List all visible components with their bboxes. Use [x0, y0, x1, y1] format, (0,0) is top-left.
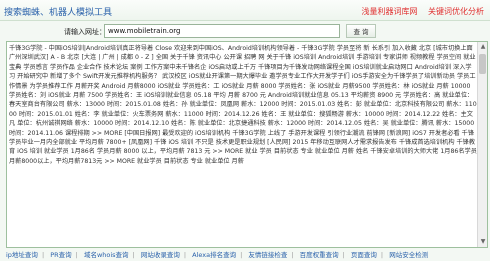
footer-link-whois[interactable]: 域名whois查询 — [84, 251, 129, 259]
footer-separator: | — [183, 251, 187, 259]
result-text: 千锋3G学院 - 中国iOS培训|Android培训真正将导着 Close 欢迎… — [9, 45, 477, 165]
site-title: 搜索蜘蛛、机器人模拟工具 — [4, 8, 113, 18]
query-button[interactable]: 查 询 — [346, 24, 376, 38]
footer-separator: | — [342, 251, 345, 259]
footer-separator: | — [75, 251, 78, 259]
url-input[interactable] — [104, 24, 340, 38]
footer-link-page[interactable]: 页面查询 — [351, 251, 377, 259]
url-label: 请输入网址： — [64, 28, 106, 36]
vertical-scrollbar[interactable]: ▲ ▼ — [477, 42, 487, 247]
top-link-keyword-db[interactable]: 浅量利器词库网 — [361, 7, 417, 16]
scroll-thumb[interactable] — [479, 54, 486, 74]
top-link-keyword-analysis[interactable]: 关键词优化分析 — [428, 7, 484, 16]
footer-separator: | — [240, 251, 243, 259]
footer-separator: | — [380, 251, 384, 259]
scroll-down-arrow-icon[interactable]: ▼ — [479, 238, 487, 246]
top-links: 浅量利器词库网 关键词优化分析 — [353, 6, 484, 17]
footer-link-index[interactable]: 网站收录查询 — [141, 251, 180, 259]
query-form: 请输入网址： 查 询 — [0, 21, 490, 41]
footer-link-baidu-weight[interactable]: 百度权重查询 — [300, 251, 339, 259]
footer-links: ip地址查询 | PR查询 | 域名whois查询 | 网站收录查询 | Alexa排名… — [0, 249, 490, 261]
footer-separator: | — [41, 251, 45, 259]
footer-link-friendlinks[interactable]: 友情链接检查 — [248, 251, 287, 259]
footer-link-ip[interactable]: ip地址查询 — [6, 251, 38, 259]
scroll-up-arrow-icon[interactable]: ▲ — [479, 43, 487, 51]
footer-separator: | — [132, 251, 135, 259]
footer-link-alexa[interactable]: Alexa排名查询 — [192, 251, 236, 259]
top-bar: 搜索蜘蛛、机器人模拟工具 浅量利器词库网 关键词优化分析 — [0, 0, 490, 21]
footer-separator: | — [291, 251, 294, 259]
page: 搜索蜘蛛、机器人模拟工具 浅量利器词库网 关键词优化分析 请输入网址： 查 询 … — [0, 0, 490, 261]
footer-link-pr[interactable]: PR查询 — [50, 251, 71, 259]
footer-link-security[interactable]: 网站安全检测 — [389, 251, 428, 259]
result-textarea[interactable]: 千锋3G学院 - 中国iOS培训|Android培训真正将导着 Close 欢迎… — [6, 41, 488, 248]
